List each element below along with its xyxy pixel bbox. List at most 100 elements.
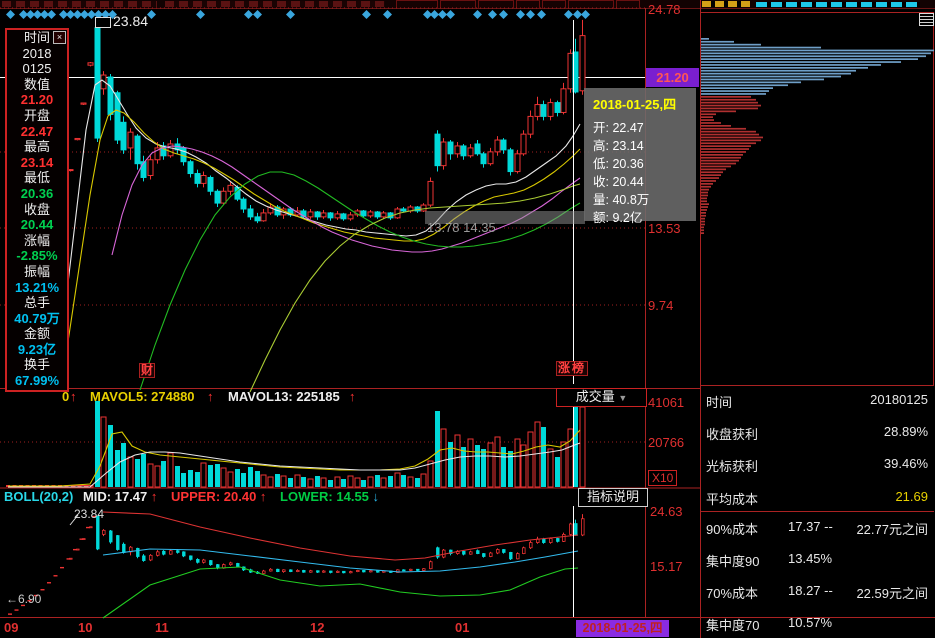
volume-bar — [488, 443, 493, 487]
boll-candle — [117, 536, 120, 550]
event-diamond-icon — [438, 10, 447, 19]
volume-bar — [335, 477, 340, 487]
boll-candle — [357, 570, 360, 571]
candle — [528, 116, 533, 134]
candle — [508, 150, 513, 172]
volume-bar — [268, 477, 273, 487]
boll-candle — [563, 534, 566, 541]
boll-candle — [550, 538, 553, 542]
candle — [455, 146, 460, 154]
menu-button[interactable] — [542, 0, 566, 9]
event-diamond-icon — [537, 10, 546, 19]
menu-button[interactable] — [440, 0, 476, 9]
tooltip-row: 收: 20.44 — [593, 173, 696, 191]
volume-bar — [101, 417, 106, 487]
candle — [268, 207, 273, 213]
ma-line-yellow — [66, 110, 580, 355]
volume-bar — [541, 427, 546, 487]
profile-bar-blue — [701, 55, 926, 57]
volume-bar — [441, 429, 446, 487]
stat-row: 平均成本21.69 — [700, 489, 933, 509]
profile-bar-blue — [701, 41, 734, 43]
profile-bar-red — [701, 151, 746, 153]
ma-line-magenta — [112, 146, 580, 255]
clipped-menu-bar[interactable] — [0, 0, 935, 9]
candle — [388, 213, 393, 218]
chevron-down-icon: ▼ — [618, 393, 627, 403]
up-arrow-icon: ↑ — [70, 389, 77, 404]
boll-candle — [490, 553, 493, 556]
boll-dash — [8, 613, 12, 614]
candle — [221, 191, 226, 203]
menu-button[interactable] — [478, 0, 514, 9]
close-icon[interactable]: × — [53, 31, 66, 44]
candle — [515, 154, 520, 172]
menu-button[interactable] — [616, 0, 640, 9]
export-icon[interactable] — [919, 13, 934, 26]
profile-bar-red — [701, 163, 736, 165]
indicator-dropdown[interactable]: 成交量 ▼ — [556, 388, 647, 407]
volume-bar — [515, 439, 520, 487]
volume-dash — [52, 485, 56, 487]
event-diamond-icon — [80, 10, 89, 19]
profile-bar-blue — [701, 73, 851, 75]
profile-bar-red — [701, 232, 704, 234]
menu-button[interactable] — [396, 0, 438, 9]
candle — [415, 207, 420, 211]
boll-candle — [270, 569, 273, 571]
event-diamond-icon — [526, 10, 535, 19]
stat-row: 集中度9013.45% — [700, 551, 933, 571]
candle — [315, 212, 320, 217]
panel-line: 20.44 — [7, 217, 67, 233]
profile-bar-blue — [701, 50, 934, 52]
volume-bar — [155, 466, 160, 487]
up-arrow-icon: ↑ — [151, 489, 158, 504]
menu-text-sliver — [2, 1, 157, 7]
indicator-help-button[interactable]: 指标说明 — [578, 488, 648, 507]
boll-candle — [103, 530, 106, 534]
mavol13-label: MAVOL13: 225185 — [228, 389, 340, 404]
candle — [215, 191, 220, 203]
stat-mid: 18.27 -- — [788, 583, 833, 598]
panel-line: 涨幅 — [7, 233, 67, 249]
profile-bar-blue — [701, 47, 821, 49]
menu-button[interactable] — [516, 0, 540, 9]
ma-line-white — [66, 80, 580, 300]
boll-candle — [517, 554, 520, 559]
boll-candle — [410, 569, 413, 570]
title-icons — [702, 1, 750, 7]
stat-value: 20180125 — [870, 392, 928, 407]
news-marker-cai[interactable]: 财 — [139, 363, 155, 378]
stat-row: 时间20180125 — [700, 392, 933, 412]
candle — [128, 132, 133, 148]
candle — [408, 207, 413, 211]
boll-candle — [537, 539, 540, 542]
boll-upper: UPPER: 20.40 — [171, 489, 256, 504]
boll-candle — [250, 570, 253, 572]
volume-dash — [32, 485, 36, 487]
menu-button[interactable] — [568, 0, 614, 9]
profile-bar-red — [701, 227, 704, 229]
profile-bar-red — [701, 99, 756, 101]
volume-bar — [448, 442, 453, 487]
candle — [561, 89, 566, 113]
profile-bar-red — [701, 215, 706, 217]
event-diamond-icon — [47, 10, 56, 19]
profile-bar-red — [701, 137, 763, 139]
profile-bar-red — [701, 171, 723, 173]
candle — [288, 209, 293, 215]
profile-bar-red — [701, 145, 751, 147]
profile-bar-red — [701, 192, 708, 194]
boll-candle — [363, 570, 366, 571]
candle — [448, 142, 453, 154]
boll-candle — [317, 571, 320, 572]
boll-candle — [397, 570, 400, 573]
stat-label: 集中度70 — [706, 615, 759, 634]
profile-bar-red — [701, 166, 731, 168]
event-diamond-icon — [73, 10, 82, 19]
volume-bar — [501, 447, 506, 487]
rank-marker-zhangbang[interactable]: 涨榜 — [556, 361, 588, 376]
profile-bar-red — [701, 160, 739, 162]
candle — [573, 52, 578, 92]
boll-candle — [503, 550, 506, 553]
